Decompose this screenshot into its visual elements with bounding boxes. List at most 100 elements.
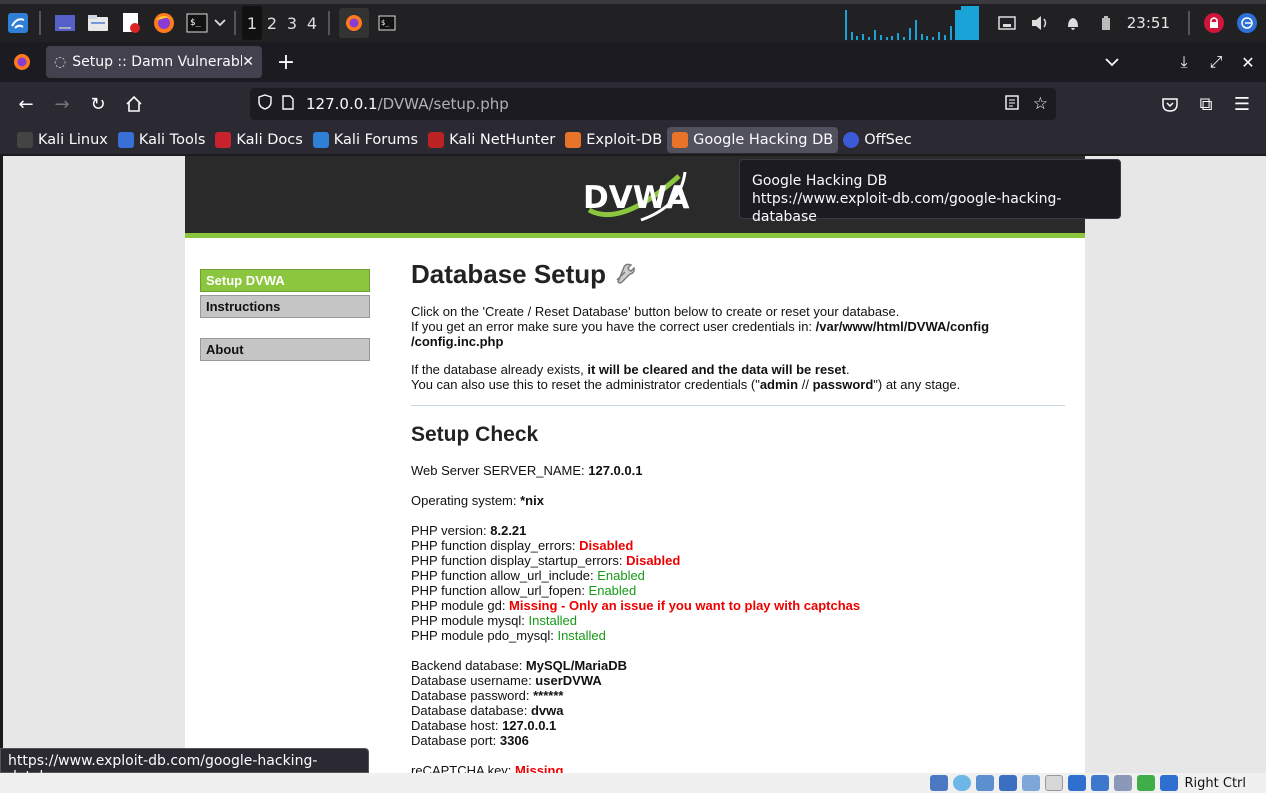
cpu-bar — [897, 33, 900, 40]
cpu-bar — [920, 34, 923, 40]
file-manager-icon[interactable] — [83, 8, 113, 38]
cpu-bar — [856, 36, 859, 40]
bookmark-kali-linux[interactable]: Kali Linux — [12, 127, 113, 153]
guest-additions-icon[interactable] — [1136, 775, 1155, 791]
text-editor-icon[interactable] — [116, 8, 146, 38]
terminal-icon[interactable]: $_ — [182, 8, 212, 38]
label: PHP function allow_url_fopen: — [411, 583, 589, 598]
app-menu-icon[interactable]: ☰ — [1224, 88, 1260, 120]
value: 3306 — [499, 733, 529, 748]
bookmark-kali-docs[interactable]: Kali Docs — [210, 127, 307, 153]
bookmark-label: Kali Tools — [138, 132, 206, 148]
mouse-integration-icon[interactable] — [1159, 775, 1178, 791]
tab-setup-dvwa[interactable]: ◌ Setup :: Damn Vulnerable ✕ — [46, 46, 262, 78]
tab-strip: ◌ Setup :: Damn Vulnerable ✕ + ⤓ ⤢ ✕ — [0, 42, 1266, 82]
bookmark-google-hacking-db[interactable]: Google Hacking DB — [667, 127, 839, 153]
workspace-4[interactable]: 4 — [302, 6, 322, 40]
extensions-icon[interactable]: ⧉ — [1188, 88, 1224, 120]
tab-title: Setup :: Damn Vulnerable — [72, 54, 243, 70]
chevron-down-icon[interactable] — [212, 8, 228, 38]
maximize-icon[interactable]: ⤢ — [1200, 46, 1232, 78]
notifications-bell-icon[interactable] — [1058, 8, 1088, 38]
cpu-bar — [844, 10, 847, 40]
bookmark-kali-nethunter[interactable]: Kali NetHunter — [423, 127, 560, 153]
value: MySQL/MariaDB — [525, 658, 628, 673]
cpu-bar — [873, 30, 876, 40]
menu-setup-dvwa[interactable]: Setup DVWA — [200, 269, 370, 292]
cpu-bar — [903, 37, 906, 40]
bookmark-label: Google Hacking DB — [693, 132, 834, 148]
title-text: Database Setup — [411, 259, 607, 289]
bookmark-kali-forums[interactable]: Kali Forums — [308, 127, 423, 153]
cpu-bar — [943, 35, 946, 40]
back-button[interactable]: ← — [8, 88, 44, 120]
screen-icon[interactable] — [1067, 775, 1086, 791]
workspace-1[interactable]: 1 — [242, 6, 262, 40]
pocket-icon[interactable] — [1152, 88, 1188, 120]
terminal-window-button[interactable]: $_ — [372, 8, 402, 38]
forward-button[interactable]: → — [44, 88, 80, 120]
page-icon[interactable] — [282, 94, 294, 114]
close-window-icon[interactable]: ✕ — [1232, 46, 1264, 78]
navigation-toolbar: ← → ↻ 127.0.0.1/DVWA/setup.php ☆ ⧉ ☰ — [0, 82, 1266, 126]
new-tab-button[interactable]: + — [270, 46, 302, 78]
admin-user: admin — [759, 377, 799, 392]
vm-status-bar: Right Ctrl — [0, 773, 1266, 793]
cpu-usage-icon[interactable] — [1113, 775, 1132, 791]
cpu-bar — [926, 36, 929, 40]
menu-instructions[interactable]: Instructions — [200, 295, 370, 318]
cpu-bar — [862, 34, 865, 40]
audio-icon[interactable] — [929, 775, 948, 791]
menu-about[interactable]: About — [200, 338, 370, 361]
display-icon[interactable] — [1044, 775, 1063, 791]
kali-dragon-icon — [17, 132, 33, 148]
optical-drive-icon[interactable] — [952, 775, 971, 791]
firefox-icon[interactable] — [149, 8, 179, 38]
cpu-bar — [972, 6, 979, 40]
dvwa-logo[interactable]: DVWA — [581, 166, 691, 228]
workspace-2[interactable]: 2 — [262, 6, 282, 40]
bookmark-kali-tools[interactable]: Kali Tools — [113, 127, 211, 153]
reader-view-icon[interactable] — [1005, 94, 1019, 114]
label: PHP version: — [411, 523, 491, 538]
minimize-icon[interactable]: ⤓ — [1168, 46, 1200, 78]
url-bar[interactable]: 127.0.0.1/DVWA/setup.php ☆ — [250, 88, 1056, 120]
bookmark-exploit-db[interactable]: Exploit-DB — [560, 127, 667, 153]
network-adapter-icon[interactable] — [998, 775, 1017, 791]
shared-folders-icon[interactable] — [1021, 775, 1040, 791]
battery-icon[interactable] — [1091, 8, 1121, 38]
show-desktop-icon[interactable] — [50, 8, 80, 38]
bookmark-star-icon[interactable]: ☆ — [1033, 94, 1048, 114]
lock-screen-icon[interactable] — [1199, 8, 1229, 38]
workspace-3[interactable]: 3 — [282, 6, 302, 40]
label: PHP module pdo_mysql: — [411, 628, 558, 643]
usb-icon[interactable] — [975, 775, 994, 791]
label: Database username: — [411, 673, 536, 688]
shield-icon[interactable] — [258, 94, 272, 114]
list-all-tabs-icon[interactable] — [1096, 46, 1128, 78]
label: PHP function display_startup_errors: — [411, 553, 627, 568]
network-icon[interactable] — [992, 8, 1022, 38]
firefox-view-icon[interactable] — [6, 46, 38, 78]
exists-text: If the database already exists, — [411, 362, 588, 377]
bookmarks-toolbar: Kali Linux Kali Tools Kali Docs Kali For… — [0, 126, 1266, 154]
config-path: /var/www/html/DVWA/config — [815, 319, 990, 334]
bookmark-label: Kali NetHunter — [449, 132, 556, 148]
status-value: Enabled — [597, 568, 645, 583]
home-button[interactable] — [116, 88, 152, 120]
kali-menu-icon[interactable] — [3, 8, 33, 38]
firefox-window-button[interactable] — [339, 8, 369, 38]
bookmark-offsec[interactable]: OffSec — [838, 127, 917, 153]
video-capture-icon[interactable] — [1090, 775, 1109, 791]
close-tab-icon[interactable]: ✕ — [242, 54, 254, 70]
reload-button[interactable]: ↻ — [80, 88, 116, 120]
value: userDVWA — [535, 673, 602, 688]
volume-icon[interactable] — [1025, 8, 1055, 38]
value: 8.2.21 — [490, 523, 527, 538]
value: 127.0.0.1 — [502, 718, 557, 733]
clock[interactable]: 23:51 — [1127, 14, 1170, 32]
label: Backend database: — [411, 658, 526, 673]
cpu-bar — [914, 20, 917, 40]
bookmark-tooltip: Google Hacking DB https://www.exploit-db… — [739, 159, 1121, 225]
logout-icon[interactable] — [1232, 8, 1262, 38]
